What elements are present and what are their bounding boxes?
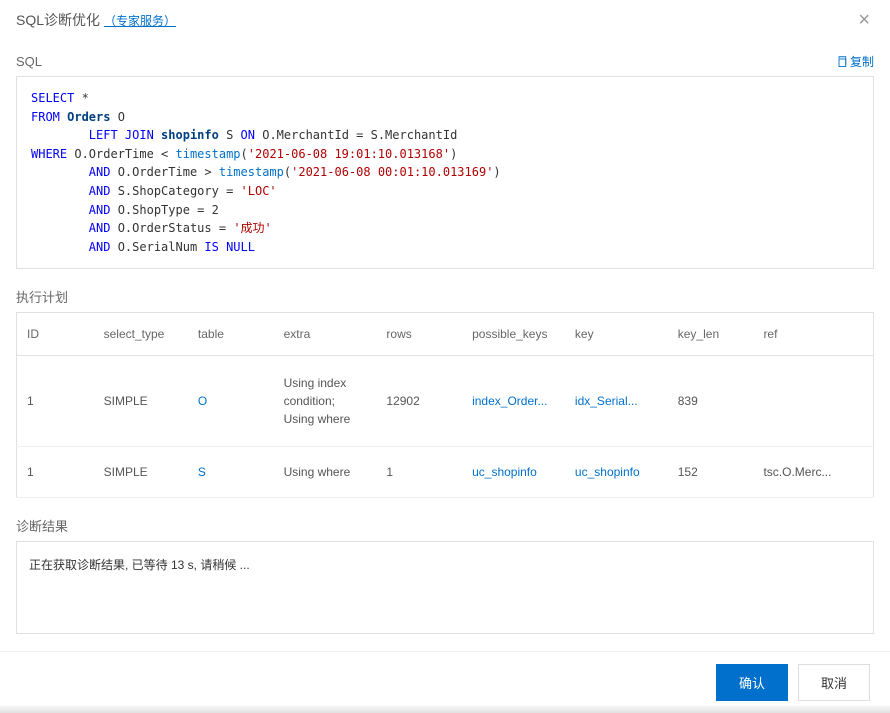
th-extra: extra (274, 313, 377, 356)
sql-token: O.OrderStatus = (110, 221, 233, 235)
sql-token: AND (89, 240, 111, 254)
sql-section-title: SQL (16, 54, 42, 69)
plan-section-title: 执行计划 (16, 287, 68, 306)
td-key[interactable]: uc_shopinfo (565, 447, 668, 498)
ok-button[interactable]: 确认 (716, 664, 788, 701)
td-select-type: SIMPLE (94, 447, 188, 498)
modal-footer: 确认 取消 (0, 651, 890, 713)
th-table: table (188, 313, 274, 356)
copy-button[interactable]: 复制 (836, 53, 874, 70)
diagnosis-result-box: 正在获取诊断结果, 已等待 13 s, 请稍候 ... (16, 541, 874, 634)
sql-token: AND (89, 221, 111, 235)
sql-token: NULL (219, 240, 255, 254)
copy-icon (836, 56, 848, 68)
diag-section-header: 诊断结果 (16, 504, 874, 535)
td-possible-keys[interactable]: uc_shopinfo (462, 447, 565, 498)
sql-token: ) (450, 147, 457, 161)
sql-token: timestamp (176, 147, 241, 161)
th-id: ID (17, 313, 94, 356)
table-row: 1 SIMPLE S Using where 1 uc_shopinfo uc_… (17, 447, 874, 498)
cancel-button[interactable]: 取消 (798, 664, 870, 701)
sql-code-box: SELECT * FROM Orders O LEFT JOIN shopinf… (16, 76, 874, 269)
td-key[interactable]: idx_Serial... (565, 356, 668, 447)
sql-token: S (219, 128, 241, 142)
table-row: 1 SIMPLE O Using index condition; Using … (17, 356, 874, 447)
sql-token: O.OrderTime > (110, 165, 218, 179)
sql-token: O (110, 110, 124, 124)
td-key-len: 152 (668, 447, 754, 498)
th-key-len: key_len (668, 313, 754, 356)
th-ref: ref (753, 313, 873, 356)
td-id: 1 (17, 447, 94, 498)
sql-token: ON (241, 128, 255, 142)
modal-body: SQL 复制 SELECT * FROM Orders O LEFT JOIN … (0, 39, 890, 651)
sql-token: timestamp (219, 165, 284, 179)
sql-token: O.ShopType = 2 (110, 203, 218, 217)
th-select-type: select_type (94, 313, 188, 356)
sql-token: LEFT JOIN (89, 128, 154, 142)
sql-token: AND (89, 165, 111, 179)
plan-section-header: 执行计划 (16, 275, 874, 306)
td-table[interactable]: S (188, 447, 274, 498)
copy-label: 复制 (850, 53, 874, 70)
th-possible-keys: possible_keys (462, 313, 565, 356)
plan-tbody: 1 SIMPLE O Using index condition; Using … (17, 356, 874, 498)
sql-token: WHERE (31, 147, 67, 161)
td-extra: Using index condition; Using where (274, 356, 377, 447)
th-key: key (565, 313, 668, 356)
sql-token: SELECT (31, 91, 74, 105)
td-extra: Using where (274, 447, 377, 498)
td-table[interactable]: O (188, 356, 274, 447)
modal-header: SQL诊断优化 （专家服务） × (0, 0, 890, 39)
diag-section-title: 诊断结果 (16, 516, 68, 535)
title-text: SQL诊断优化 (16, 10, 100, 30)
sql-token: IS (204, 240, 218, 254)
sql-token: AND (89, 184, 111, 198)
sql-token: O.SerialNum (110, 240, 204, 254)
sql-token: shopinfo (154, 128, 219, 142)
td-rows: 1 (376, 447, 462, 498)
decorative-shadow (0, 705, 890, 713)
sql-token: '2021-06-08 19:01:10.013168' (248, 147, 450, 161)
sql-token: ) (493, 165, 500, 179)
sql-token: FROM (31, 110, 60, 124)
sql-token: Orders (60, 110, 111, 124)
sql-diag-modal: SQL诊断优化 （专家服务） × SQL 复制 SELECT * FROM Or… (0, 0, 890, 713)
execution-plan-table: ID select_type table extra rows possible… (16, 312, 874, 498)
td-ref: tsc.O.Merc... (753, 447, 873, 498)
td-select-type: SIMPLE (94, 356, 188, 447)
sql-token: * (74, 91, 88, 105)
sql-token: ( (241, 147, 248, 161)
sql-token: S.ShopCategory = (110, 184, 240, 198)
sql-token: O.OrderTime < (67, 147, 175, 161)
page-title: SQL诊断优化 （专家服务） (16, 10, 176, 30)
td-ref (753, 356, 873, 447)
close-icon[interactable]: × (854, 10, 874, 30)
sql-token: 'LOC' (241, 184, 277, 198)
sql-token: O.MerchantId = S.MerchantId (255, 128, 457, 142)
td-possible-keys[interactable]: index_Order... (462, 356, 565, 447)
sql-token: '成功' (233, 221, 271, 235)
td-rows: 12902 (376, 356, 462, 447)
diag-status-text: 正在获取诊断结果, 已等待 13 s, 请稍候 ... (29, 558, 250, 572)
table-header-row: ID select_type table extra rows possible… (17, 313, 874, 356)
sql-token: '2021-06-08 00:01:10.013169' (291, 165, 493, 179)
td-key-len: 839 (668, 356, 754, 447)
sql-section-header: SQL 复制 (16, 47, 874, 70)
sql-token: AND (89, 203, 111, 217)
expert-service-link[interactable]: （专家服务） (104, 12, 176, 29)
th-rows: rows (376, 313, 462, 356)
td-id: 1 (17, 356, 94, 447)
